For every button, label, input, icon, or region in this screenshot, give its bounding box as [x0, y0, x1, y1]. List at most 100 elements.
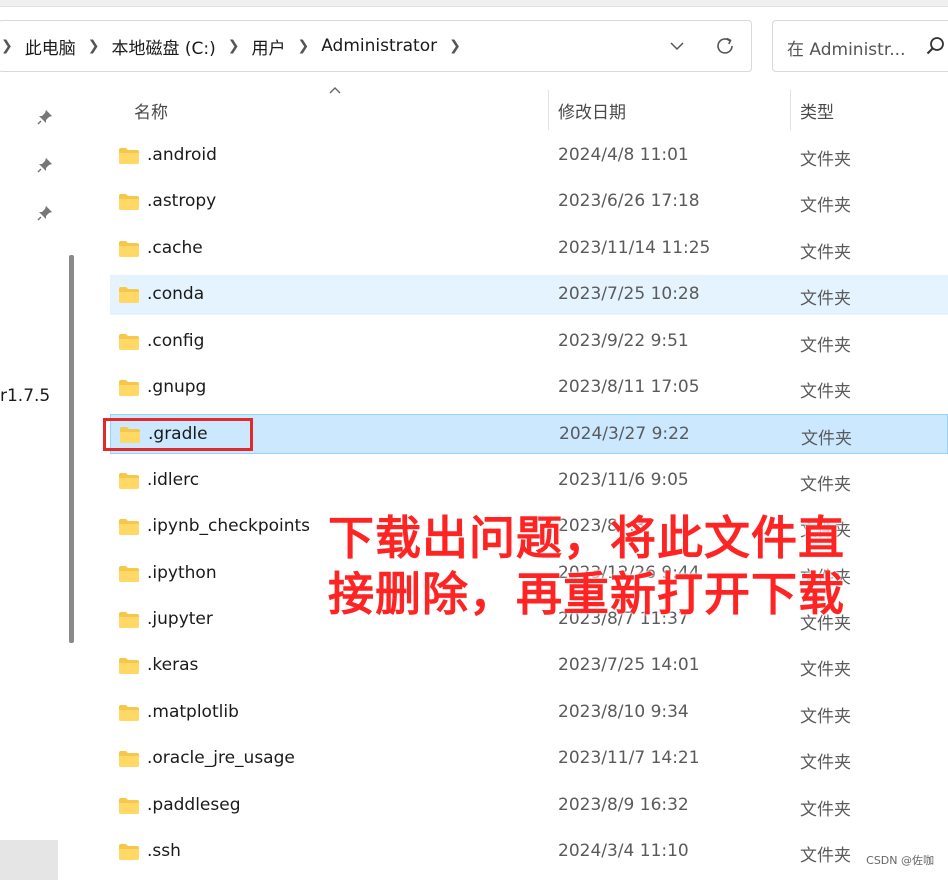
search-box[interactable]: 在 Administr...	[772, 20, 948, 72]
file-date: 2023/11/6 9:05	[558, 469, 689, 490]
file-name: .ipython	[147, 562, 217, 583]
nav-item-selected[interactable]	[0, 840, 58, 880]
file-name: .cache	[147, 237, 203, 258]
nav-item-label[interactable]: r1.7.5	[0, 386, 50, 406]
folder-icon	[118, 704, 140, 722]
column-header-modified[interactable]: 修改日期	[558, 88, 626, 132]
folder-icon	[118, 657, 140, 675]
pin-icon[interactable]	[36, 108, 54, 126]
file-row[interactable]: .oracle_jre_usage 2023/11/7 14:21 文件夹	[110, 739, 948, 779]
file-type: 文件夹	[801, 429, 852, 450]
file-type: 文件夹	[800, 474, 851, 495]
breadcrumb-administrator[interactable]: Administrator	[321, 36, 437, 56]
file-name: .ipynb_checkpoints	[147, 516, 311, 537]
file-date: 2023/8/9 16:32	[558, 794, 689, 815]
highlight-box	[103, 418, 253, 451]
column-header-name[interactable]: 名称	[134, 88, 168, 132]
file-name: .oracle_jre_usage	[147, 748, 295, 769]
folder-icon	[118, 193, 140, 211]
file-date: 2024/3/27 9:22	[559, 424, 690, 445]
file-row[interactable]: .ssh 2024/3/4 11:10 文件夹	[110, 832, 948, 872]
file-row[interactable]: .keras 2023/7/25 14:01 文件夹	[110, 646, 948, 686]
chevron-right-icon[interactable]: ❯	[297, 38, 309, 54]
file-row[interactable]: .paddleseg 2023/8/9 16:32 文件夹	[110, 786, 948, 826]
file-date: 2023/6/26 17:18	[558, 191, 700, 212]
file-row[interactable]: .gnupg 2023/8/11 17:05 文件夹	[110, 368, 948, 408]
breadcrumb: ❯ 此电脑 ❯ 本地磁盘 (C:) ❯ 用户 ❯ Administrator ❯	[1, 21, 469, 71]
file-row[interactable]: .matplotlib 2023/8/10 9:34 文件夹	[110, 693, 948, 733]
file-row[interactable]: .android 2024/4/8 11:01 文件夹	[110, 136, 948, 176]
file-type: 文件夹	[800, 753, 851, 774]
file-type: 文件夹	[800, 242, 851, 263]
folder-icon	[118, 843, 140, 861]
folder-icon	[118, 333, 140, 351]
column-header-type[interactable]: 类型	[800, 88, 834, 132]
file-row[interactable]: .cache 2023/11/14 11:25 文件夹	[110, 229, 948, 269]
file-type: 文件夹	[800, 335, 851, 356]
file-date: 2023/11/7 14:21	[558, 748, 700, 769]
file-type: 文件夹	[800, 799, 851, 820]
file-name: .astropy	[147, 191, 217, 212]
annotation-line: 接删除，再重新打开下载	[328, 567, 845, 621]
breadcrumb-this-pc[interactable]: 此电脑	[25, 34, 76, 59]
file-date: 2023/8/10 9:34	[558, 701, 689, 722]
file-name: .idlerc	[147, 469, 200, 490]
file-date: 2024/4/8 11:01	[558, 145, 689, 165]
file-date: 2023/8/11 17:05	[558, 377, 700, 397]
chevron-right-icon[interactable]: ❯	[449, 38, 461, 54]
folder-icon	[118, 286, 140, 304]
file-type: 文件夹	[800, 289, 851, 310]
chevron-right-icon[interactable]: ❯	[1, 38, 13, 54]
window-top-edge	[0, 0, 948, 7]
file-row[interactable]: .idlerc 2023/11/6 9:05 文件夹	[110, 461, 948, 501]
file-name: .ssh	[147, 841, 181, 861]
file-name: .conda	[147, 284, 205, 305]
file-date: 2023/9/22 9:51	[558, 330, 689, 351]
watermark: CSDN @佐咖	[866, 854, 934, 867]
file-type: 文件夹	[800, 846, 851, 866]
pin-icon[interactable]	[36, 156, 54, 174]
breadcrumb-local-disk[interactable]: 本地磁盘 (C:)	[111, 34, 215, 59]
file-type: 文件夹	[800, 150, 851, 170]
file-row[interactable]: .conda 2023/7/25 10:28 文件夹	[110, 275, 948, 316]
folder-icon	[118, 379, 140, 397]
file-date: 2023/7/25 14:01	[558, 655, 700, 676]
file-name: .matplotlib	[147, 701, 239, 722]
folder-icon	[118, 472, 140, 490]
file-name: .paddleseg	[147, 794, 241, 815]
file-date: 2024/3/4 11:10	[558, 841, 689, 861]
file-type: 文件夹	[800, 706, 851, 727]
nav-scrollbar[interactable]	[69, 255, 74, 643]
file-name: .android	[147, 145, 217, 165]
navigation-pane: r1.7.5	[0, 90, 86, 880]
annotation-text: 下载出问题，将此文件直 接删除，再重新打开下载	[328, 510, 888, 622]
file-name: .gnupg	[147, 377, 207, 397]
chevron-right-icon[interactable]: ❯	[88, 38, 100, 54]
file-row[interactable]: .astropy 2023/6/26 17:18 文件夹	[110, 182, 948, 222]
address-bar[interactable]: ❯ 此电脑 ❯ 本地磁盘 (C:) ❯ 用户 ❯ Administrator ❯	[0, 20, 752, 72]
search-input[interactable]: 在 Administr...	[787, 35, 905, 60]
column-divider[interactable]	[548, 90, 549, 130]
column-header: 名称 修改日期 类型	[88, 87, 948, 132]
file-name: .config	[147, 330, 205, 351]
file-name: .keras	[147, 655, 199, 676]
file-date: 2023/11/14 11:25	[558, 237, 711, 258]
file-type: 文件夹	[800, 382, 851, 402]
folder-icon	[118, 797, 140, 815]
file-type: 文件夹	[800, 196, 851, 217]
file-type: 文件夹	[800, 660, 851, 681]
sort-ascending-icon	[328, 80, 342, 94]
file-name: .jupyter	[147, 609, 213, 629]
breadcrumb-users[interactable]: 用户	[251, 34, 285, 59]
chevron-right-icon[interactable]: ❯	[228, 38, 240, 54]
search-icon[interactable]	[925, 35, 947, 57]
refresh-icon[interactable]	[711, 33, 739, 59]
file-date: 2023/7/25 10:28	[558, 284, 700, 305]
pin-icon[interactable]	[36, 204, 54, 222]
folder-icon	[118, 240, 140, 258]
file-row[interactable]: .config 2023/9/22 9:51 文件夹	[110, 322, 948, 362]
folder-icon	[118, 750, 140, 768]
column-divider[interactable]	[790, 90, 791, 130]
folder-icon	[118, 565, 140, 583]
chevron-down-icon[interactable]	[665, 33, 689, 59]
